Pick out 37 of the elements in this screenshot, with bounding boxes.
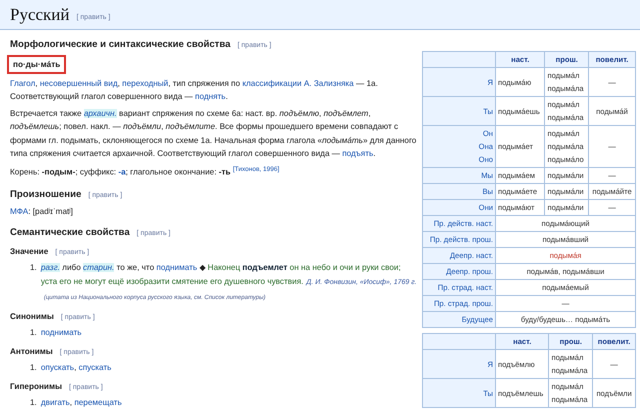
link[interactable]: классификации А. Зализняка xyxy=(242,79,354,88)
list-number: 1. xyxy=(30,396,37,409)
list-number: 1. xyxy=(30,362,37,374)
definition-text: опускать, спускать xyxy=(40,362,112,374)
usage-label-link[interactable]: архаичн. xyxy=(84,108,117,118)
link[interactable]: двигать xyxy=(40,398,70,407)
subsection-heading: Синонимы xyxy=(10,310,54,323)
language-title: Русский xyxy=(10,5,70,24)
list-number: 1. xyxy=(30,262,37,274)
usage-label-link[interactable]: разг. xyxy=(40,262,60,272)
link[interactable]: опускать xyxy=(40,362,74,372)
definition-text: двигать, перемещать xyxy=(40,396,122,409)
link[interactable]: -а xyxy=(118,168,126,178)
section-heading: Произношение xyxy=(10,188,82,201)
subsection-heading: Антонимы xyxy=(10,346,53,358)
link[interactable]: поднимать xyxy=(40,328,82,337)
link[interactable]: МФА xyxy=(10,206,28,216)
link[interactable]: несовершенный вид xyxy=(40,79,118,88)
list-number: 1. xyxy=(30,326,37,339)
link[interactable]: поднять xyxy=(195,92,226,102)
link[interactable]: подъять xyxy=(342,149,374,158)
link[interactable]: поднимать xyxy=(156,262,198,272)
paragraph: Корень: -подым-; суффикс: -а; глагольное окончание: -ть $^{[Тихонов, 1996]}$ xyxy=(10,165,280,180)
link[interactable]: переходный xyxy=(122,79,168,88)
ipa-line: МФА: [padʲɪˈmatʲ] xyxy=(10,206,74,218)
paragraph: Встречается также архаичн. вариант спряжения по схеме 6a: наст. вр. подъёмлю, подъёмлет, подъёмлешь; повел. накл. — подъёмли, подъёмлите. Все формы прошедшего времени совпадают с формами гл. подымать, склоняющегося по схеме 1a. Начальная форма глагола «подымáть» для данного типа спряжения считается архаичной. Соответствующий глагол совершенного вида — подъять. xyxy=(10,108,418,160)
link[interactable]: перемещать xyxy=(74,398,122,407)
link[interactable]: спускать xyxy=(78,362,112,372)
link[interactable]: Глагол xyxy=(10,79,36,88)
syllable-word: по·ды·мáть xyxy=(7,55,66,74)
usage-label-link[interactable]: старин. xyxy=(83,262,114,272)
paragraph: Глагол, несовершенный вид, переходный, тип спряжения по классификации А. Зализняка — 1a. Соответствующий глагол совершенного вида — поднять. xyxy=(10,78,379,104)
subsection-heading: Гиперонимы xyxy=(10,380,62,393)
subsection-heading: Значение xyxy=(10,246,48,258)
reference-link[interactable]: [Тихонов, 1996] xyxy=(232,166,280,174)
section-heading: Семантические свойства xyxy=(10,226,130,239)
section-heading: Морфологические и синтаксические свойства xyxy=(10,38,230,51)
